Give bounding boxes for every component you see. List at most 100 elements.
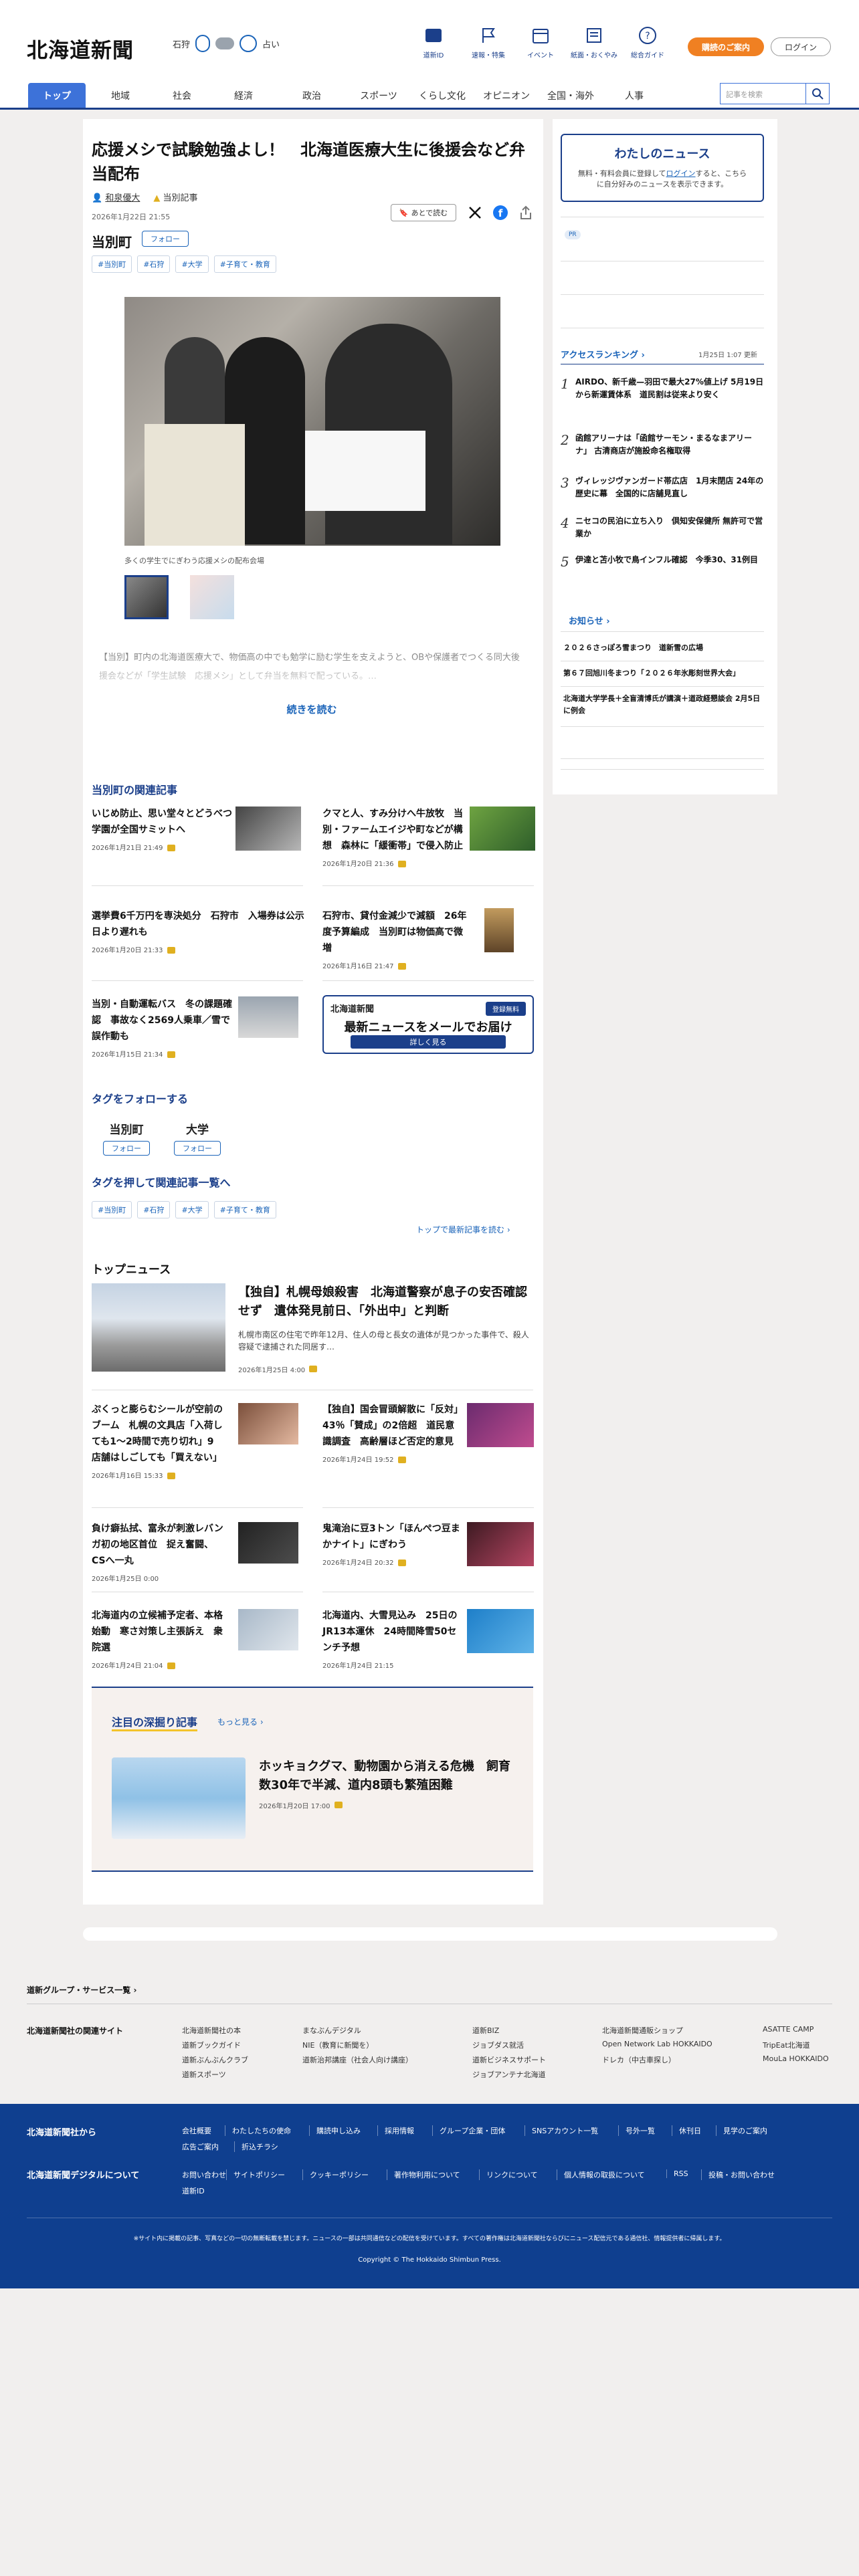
tab-world[interactable]: 全国・海外 bbox=[541, 83, 601, 108]
related-article[interactable]: いじめ防止、思い堂々とどうべつ学園が全国サミットへ 2026年1月21日 21:… bbox=[92, 806, 232, 852]
footer-link[interactable]: グループ企業・団体 bbox=[432, 2125, 512, 2136]
footer-link[interactable]: MouLa HOKKAIDO bbox=[763, 2054, 829, 2063]
tab-personnel[interactable]: 人事 bbox=[606, 83, 662, 108]
footer-link[interactable]: まなぶんデジタル bbox=[302, 2025, 361, 2036]
notice-item[interactable]: ２０２６さっぽろ雪まつり 道新雪の広場 bbox=[563, 642, 764, 654]
related-thumbnail[interactable] bbox=[470, 807, 535, 851]
tag-link[interactable]: #当別町 bbox=[92, 255, 132, 273]
footer-link[interactable]: NIE（教育に新聞を） bbox=[302, 2040, 373, 2050]
tag-link[interactable]: #石狩 bbox=[137, 1201, 171, 1218]
footer-link[interactable]: 北海道新聞通販ショップ bbox=[602, 2025, 683, 2036]
photo-thumbnail[interactable] bbox=[190, 575, 234, 619]
footer-link[interactable]: 道新スポーツ bbox=[182, 2069, 226, 2080]
footer-link[interactable]: 折込チラシ bbox=[234, 2141, 285, 2152]
footer-link[interactable]: ASATTE CAMP bbox=[763, 2025, 814, 2034]
tag-link[interactable]: #大学 bbox=[175, 1201, 209, 1218]
tag-link[interactable]: #石狩 bbox=[137, 255, 171, 273]
top-news-article[interactable]: ぷくっと膨らむシールが空前のブーム 札幌の文具店「入荷しても1〜2時間で売り切れ… bbox=[92, 1402, 223, 1480]
footer-link[interactable]: 購読申し込み bbox=[309, 2125, 367, 2136]
tab-economy[interactable]: 経済 bbox=[217, 83, 270, 108]
tag-link[interactable]: #当別町 bbox=[92, 1201, 132, 1218]
top-news-thumbnail[interactable] bbox=[238, 1609, 298, 1650]
notice-item[interactable]: 北海道大学学長＋全盲清博氏が講演＋道政経懇談会 2月5日に例会 bbox=[563, 693, 764, 717]
share-button[interactable] bbox=[516, 203, 535, 222]
share-facebook-button[interactable]: f bbox=[491, 203, 510, 222]
author-name[interactable]: 👤 和泉優大 bbox=[92, 191, 140, 203]
follow-tag-button[interactable]: フォロー bbox=[174, 1141, 221, 1156]
deep-dive-image[interactable] bbox=[112, 1757, 246, 1839]
top-news-article[interactable]: 北海道内の立候補予定者、本格始動 寒さ対策し主張訴え 衆院選 2026年1月24… bbox=[92, 1608, 225, 1670]
footer-link[interactable]: 会社概要 bbox=[175, 2125, 218, 2136]
footer-link[interactable]: わたしたちの使命 bbox=[225, 2125, 298, 2136]
site-logo[interactable]: 北海道新聞 bbox=[27, 33, 134, 64]
related-thumbnail[interactable] bbox=[235, 807, 301, 851]
ranking-item[interactable]: 1 AIRDO、新千歳—羽田で最大27%値上げ 5月19日から新運賃体系 道民割は… bbox=[561, 376, 764, 401]
tab-opinion[interactable]: オピニオン bbox=[476, 83, 537, 108]
footer-link[interactable]: ジョブアンテナ北海道 bbox=[472, 2069, 546, 2080]
top-news-lead-title[interactable]: 【独自】札幌母娘殺害 北海道警察が息子の安否確認せず 遺体発見前日、「外出中」と… bbox=[238, 1283, 535, 1321]
tag-link[interactable]: #大学 bbox=[175, 255, 209, 273]
group-services-link[interactable]: 道新グループ・サービス一覧 › bbox=[27, 1984, 136, 1996]
photo-thumbnail[interactable] bbox=[124, 575, 169, 619]
top-news-article[interactable]: 北海道内、大雪見込み 25日のJR13本運休 24時間降雪50センチ予想 202… bbox=[322, 1608, 463, 1670]
tab-sports[interactable]: スポーツ bbox=[351, 83, 407, 108]
footer-link[interactable]: TripEat北海道 bbox=[763, 2040, 810, 2050]
article-photo[interactable] bbox=[124, 297, 500, 546]
footer-link[interactable]: 広告ご案内 bbox=[175, 2141, 225, 2152]
footer-link[interactable]: SNSアカウント一覧 bbox=[524, 2125, 605, 2136]
footer-link[interactable]: 道新ID bbox=[175, 2185, 211, 2196]
footer-link[interactable]: ジョブダス就活 bbox=[472, 2040, 524, 2050]
footer-link[interactable]: 採用情報 bbox=[377, 2125, 421, 2136]
notice-item[interactable]: 第６７回旭川冬まつり「２０２６年氷彫刻世界大会」 bbox=[563, 667, 764, 679]
tag-link[interactable]: #子育て・教育 bbox=[213, 255, 276, 273]
footer-link[interactable]: 道新ビジネスサポート bbox=[472, 2054, 546, 2065]
follow-tag-button[interactable]: フォロー bbox=[103, 1141, 150, 1156]
ranking-item[interactable]: 3 ヴィレッジヴァンガード帯広店 1月末閉店 24年の歴史に幕 全国的に店舗見直し bbox=[561, 475, 764, 500]
tab-region[interactable]: 地域 bbox=[94, 83, 147, 108]
ranking-item[interactable]: 4 ニセコの民泊に立ち入り 倶知安保健所 無許可で営業か bbox=[561, 515, 764, 540]
footer-link[interactable]: Open Network Lab HOKKAIDO bbox=[602, 2040, 712, 2048]
author-badge[interactable]: ▲ 当別記事 bbox=[153, 191, 197, 203]
footer-link[interactable]: 投稿・お問い合わせ bbox=[701, 2169, 781, 2180]
related-article[interactable]: 当別・自動運転バス 冬の課題確認 事故なく2569人乗車／雪で誤作動も 2026… bbox=[92, 996, 232, 1059]
footer-link[interactable]: リンクについて bbox=[479, 2169, 545, 2180]
tab-top[interactable]: トップ bbox=[28, 83, 86, 108]
footer-link[interactable]: 道新BIZ bbox=[472, 2025, 499, 2036]
related-article[interactable]: 石狩市、貸付金減少で減額 26年度予算編成 当別町は物価高で微増 2026年1月… bbox=[322, 908, 470, 970]
ranking-item[interactable]: 5 伊達と苫小牧で鳥インフル確認 今季30、31例目 bbox=[561, 554, 764, 570]
footer-link[interactable]: お問い合わせ bbox=[175, 2169, 233, 2180]
read-later-button[interactable]: 🔖 あとで読む bbox=[391, 204, 456, 221]
footer-link[interactable]: RSS bbox=[666, 2169, 695, 2178]
footer-link[interactable]: サイトポリシー bbox=[226, 2169, 292, 2180]
footer-link[interactable]: 著作物利用について bbox=[387, 2169, 467, 2180]
top-news-thumbnail[interactable] bbox=[238, 1403, 298, 1444]
top-news-image[interactable] bbox=[92, 1283, 225, 1372]
nav-guide[interactable]: ? 総合ガイド bbox=[621, 25, 674, 60]
footer-link[interactable]: 号外一覧 bbox=[618, 2125, 662, 2136]
share-x-button[interactable] bbox=[466, 203, 484, 222]
tag-link[interactable]: #子育て・教育 bbox=[213, 1201, 276, 1218]
related-thumbnail[interactable] bbox=[484, 908, 514, 952]
deep-dive-title[interactable]: ホッキョクグマ、動物園から消える危機 飼育数30年で半減、道内8頭も繁殖困難 bbox=[259, 1757, 520, 1795]
tab-society[interactable]: 社会 bbox=[155, 83, 209, 108]
deep-dive-more-link[interactable]: もっと見る › bbox=[217, 1716, 264, 1727]
ranking-heading[interactable]: アクセスランキング › bbox=[561, 348, 645, 360]
read-more-link[interactable]: 続きを読む bbox=[258, 702, 365, 716]
top-news-article[interactable]: 【独自】国会冒頭解散に「反対」43％「賛成」の2倍超 道民意識調査 高齢層ほど否… bbox=[322, 1402, 463, 1464]
search-button[interactable] bbox=[805, 83, 830, 104]
top-news-thumbnail[interactable] bbox=[467, 1522, 534, 1566]
tab-politics[interactable]: 政治 bbox=[285, 83, 339, 108]
weather-widget[interactable]: 石狩 占い bbox=[173, 35, 280, 52]
related-article[interactable]: クマと人、すみ分けへ牛放牧 当別・ファームエイジや町などが構想 森林に「緩衝帯」… bbox=[322, 806, 463, 868]
nav-doshin-id[interactable]: 道新ID bbox=[407, 25, 460, 60]
footer-link[interactable]: クッキーポリシー bbox=[302, 2169, 375, 2180]
top-latest-link[interactable]: トップで最新記事を読む › bbox=[416, 1224, 510, 1235]
top-news-thumbnail[interactable] bbox=[238, 1522, 298, 1564]
top-news-thumbnail[interactable] bbox=[467, 1609, 534, 1653]
top-news-article[interactable]: 鬼滝治に豆3トン「ほんぺつ豆まかナイト」にぎわう 2026年1月24日 20:3… bbox=[322, 1521, 463, 1567]
notice-heading[interactable]: お知らせ › bbox=[569, 614, 610, 627]
footer-link[interactable]: 北海道新聞社の本 bbox=[182, 2025, 241, 2036]
footer-link[interactable]: 個人情報の取扱について bbox=[557, 2169, 652, 2180]
top-news-article[interactable]: 負け癖払拭、富永が刺激レバンガ初の地区首位 捉え奮闘、CSへ一丸 2026年1月… bbox=[92, 1521, 225, 1583]
login-link[interactable]: ログイン bbox=[666, 169, 696, 178]
